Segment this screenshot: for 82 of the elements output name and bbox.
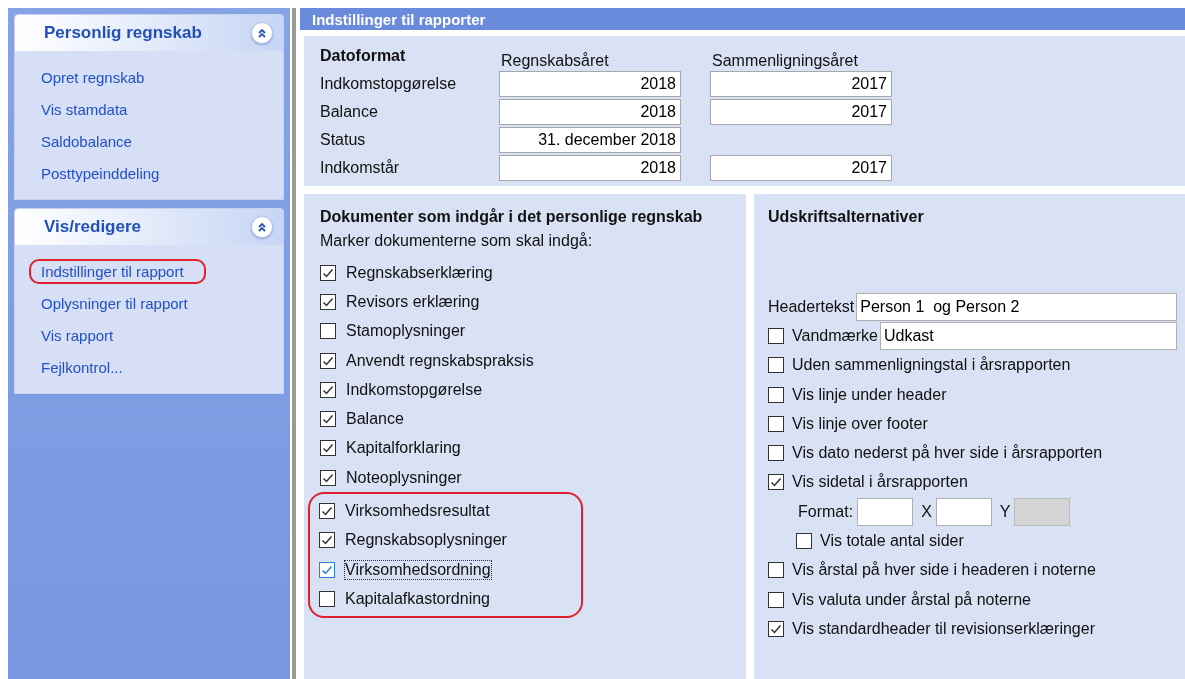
sidebar-link[interactable]: Indstillinger til rapport [29,258,206,284]
checkbox[interactable] [320,440,336,457]
checkbox-label: Vandmærke [792,326,878,345]
sidebar-group-title: Personlig regnskab [44,23,202,43]
checkbox[interactable] [320,352,336,369]
checkbox[interactable] [796,533,812,549]
checkbox-label: Vis linje under header [792,385,947,404]
checkbox[interactable] [319,561,335,578]
sidebar-group-title: Vis/redigere [44,217,142,237]
panel-title: Indstillinger til rapporter [312,10,486,28]
checkbox-label: Vis totale antal sider [820,532,964,550]
checkbox-label: Virksomhedsresultat [345,502,490,520]
checkbox[interactable] [320,381,336,398]
year-field[interactable]: 2017 [710,71,892,97]
checkbox-label: Vis linje over footer [792,414,928,433]
column-header: Sammenligningsåret [711,52,859,70]
checkbox-label: Anvendt regnskabspraksis [346,351,534,370]
field-label: Headertekst [768,297,855,316]
checkbox[interactable] [768,445,784,462]
checkbox-label: Vis valuta under årstal på noterne [792,590,1031,609]
collapse-icon[interactable] [251,22,273,44]
checkbox[interactable] [319,532,335,549]
checkbox-label: Uden sammenligningstal i årsrapporten [792,356,1071,375]
checkbox-label: Revisors erklæring [346,292,480,311]
checkbox[interactable] [768,327,784,344]
checkbox[interactable] [768,386,784,403]
sidebar-link[interactable]: Saldobalance [29,128,154,154]
section-title: Datoformat [320,47,407,65]
year-field[interactable]: 31. december 2018 [499,127,681,153]
sidebar-link[interactable]: Oplysninger til rapport [29,290,210,316]
checkbox[interactable] [320,469,336,486]
sidebar-link[interactable]: Fejlkontrol... [29,354,145,380]
checkbox[interactable] [768,415,784,432]
checkbox-label: Vis dato nederst på hver side i årsrapporten [792,444,1103,463]
instruction-text: Marker dokumenterne som skal indgå: [320,232,594,251]
year-field[interactable]: 2018 [499,155,681,181]
checkbox-label: Kapitalforklaring [346,439,461,458]
checkbox-label: Balance [346,410,404,429]
checkbox[interactable] [319,503,335,519]
checkbox-label: Virksomhedsordning [345,560,491,579]
checkbox[interactable] [320,411,336,428]
field-label: X [921,502,932,521]
checkbox[interactable] [768,591,784,608]
section-title: Dokumenter som indgår i det personlige regnskab [320,208,704,227]
sidebar-link[interactable]: Vis stamdata [29,96,150,122]
checkbox-label: Kapitalafkastordning [345,589,490,608]
year-field[interactable]: 2018 [499,99,681,125]
checkbox-label: Vis standardheader til revisionserklæringer [792,619,1095,638]
checkbox-label: Indkomstopgørelse [346,380,483,399]
field-label: Format: [798,502,854,521]
sidebar-link[interactable]: Vis rapport [29,322,136,348]
checkbox-label: Regnskabsoplysninger [345,531,507,550]
checkbox[interactable] [768,562,784,579]
checkbox[interactable] [768,357,784,374]
column-header: Regnskabsåret [500,52,610,70]
year-field[interactable]: 2017 [710,155,892,181]
checkbox[interactable] [320,264,336,281]
row-label: Status [320,131,367,149]
sidebar-link[interactable]: Posttypeinddeling [29,160,182,186]
collapse-icon[interactable] [251,216,273,238]
row-label: Balance [320,103,379,121]
checkbox-label: Noteoplysninger [346,468,462,487]
checkbox[interactable] [768,474,784,491]
watermark-field[interactable]: Udkast [879,321,1177,350]
year-field[interactable]: 2018 [499,71,681,97]
checkbox-label: Stamoplysninger [346,322,466,341]
year-field[interactable]: 2017 [710,99,892,125]
checkbox[interactable] [320,293,336,310]
header-text-field[interactable]: Person 1 og Person 2 [856,292,1177,321]
format-field[interactable] [935,497,992,526]
checkbox-label: Vis sidetal i årsrapporten [792,473,968,492]
sidebar-link[interactable]: Opret regnskab [29,64,167,90]
field-label: Y [999,502,1011,521]
checkbox[interactable] [319,590,335,607]
checkbox-label: Vis årstal på hver side i headeren i noterne [792,561,1096,580]
row-label: Indkomstår [320,159,401,177]
checkbox[interactable] [768,620,784,637]
row-label: Indkomstopgørelse [320,75,458,93]
checkbox-label: Regnskabserklæring [346,263,493,282]
section-title: Udskriftsalternativer [768,208,925,227]
format-field[interactable] [857,497,914,526]
checkbox[interactable] [320,323,336,340]
